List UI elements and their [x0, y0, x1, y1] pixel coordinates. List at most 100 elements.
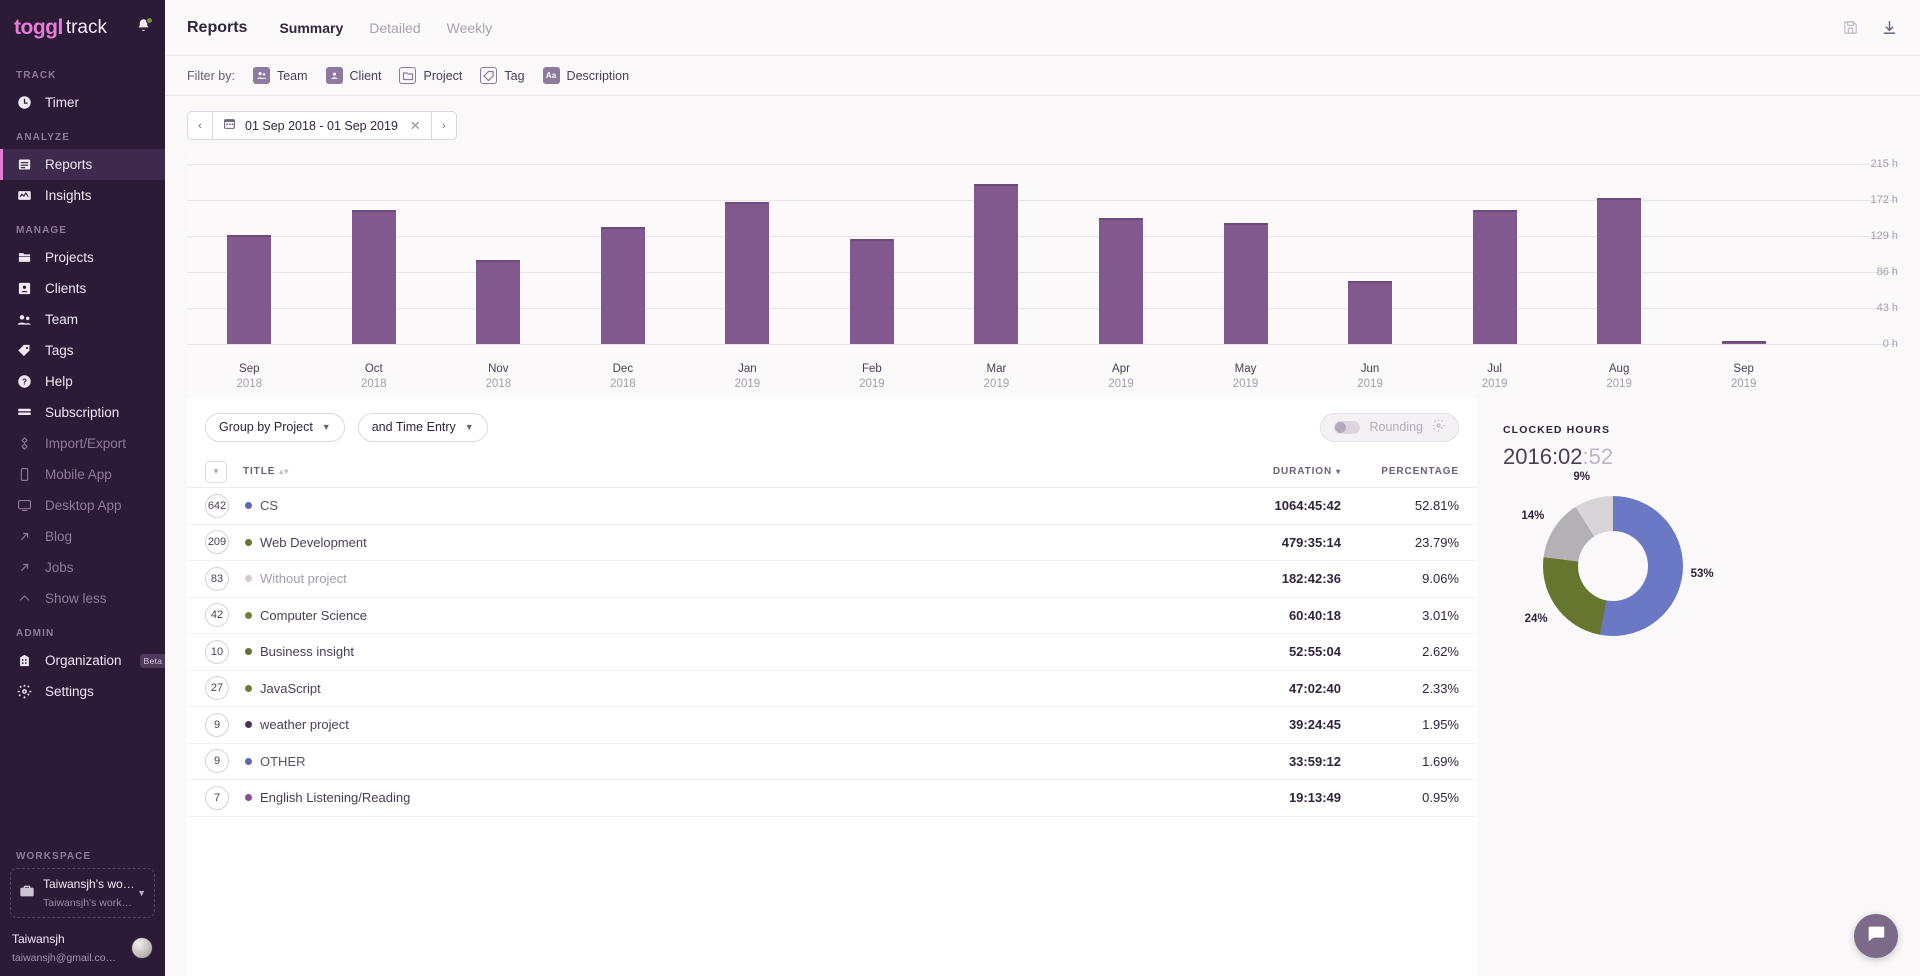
select-all-checkbox[interactable]: ▾ [205, 460, 227, 483]
workspace-switcher[interactable]: Taiwansjh's wo… Taiwansjh's work… ▼ [10, 868, 155, 918]
sidebar-item-team[interactable]: Team [0, 304, 165, 335]
workspace-section-label: WORKSPACE [16, 851, 92, 862]
filter-chip-team[interactable]: Team [252, 67, 308, 84]
chart-bar[interactable] [351, 210, 396, 344]
chart-bar[interactable] [476, 260, 521, 344]
sidebar-item-timer[interactable]: Timer [0, 87, 165, 118]
column-header-duration[interactable]: DURATION ▾ [1191, 466, 1341, 477]
sidebar: toggl track TRACK Timer ANALYZE Reports Insi… [0, 0, 165, 976]
chart-bar[interactable] [227, 235, 272, 344]
user-profile[interactable]: Taiwansjh taiwansjh@gmail.co… [0, 918, 165, 970]
date-next-button[interactable]: › [431, 111, 457, 140]
chart-bar[interactable] [1721, 341, 1766, 344]
row-title[interactable]: English Listening/Reading [245, 790, 410, 805]
table-row[interactable]: 83 Without project 182:42:36 9.06% [187, 561, 1477, 598]
row-entry-count: 9 [205, 712, 229, 737]
row-title[interactable]: Business insight [245, 644, 354, 659]
row-title[interactable]: OTHER [245, 754, 306, 769]
row-title[interactable]: Computer Science [245, 608, 367, 623]
filter-chip-label: Client [349, 68, 382, 83]
table-row[interactable]: 209 Web Development 479:35:14 23.79% [187, 525, 1477, 561]
table-body: 642 CS 1064:45:42 52.81% 209 Web Development 4… [187, 488, 1477, 817]
donut-ring[interactable] [1543, 496, 1683, 636]
sidebar-item-show-less[interactable]: Show less [0, 583, 165, 614]
group-by-select[interactable]: Group by Project ▼ [205, 412, 345, 442]
sidebar-item-import-export[interactable]: Import/Export [0, 428, 165, 459]
table-row[interactable]: 27 JavaScript 47:02:40 2.33% [187, 671, 1477, 707]
donut-slice-label: 14% [1521, 509, 1545, 522]
table-row[interactable]: 642 CS 1064:45:42 52.81% [187, 488, 1477, 525]
table-row[interactable]: 42 Computer Science 60:40:18 3.01% [187, 598, 1477, 634]
chart-bar[interactable] [725, 201, 770, 344]
avatar[interactable] [131, 937, 153, 959]
clocked-hours-value: 2016:02:52 [1503, 444, 1898, 470]
sidebar-item-mobile-app[interactable]: Mobile App [0, 459, 165, 490]
table-row[interactable]: 9 weather project 39:24:45 1.95% [187, 707, 1477, 744]
sidebar-item-clients[interactable]: Clients [0, 273, 165, 304]
chat-support-button[interactable] [1854, 914, 1898, 958]
donut-chart: 53% 24% 14% 9% [1503, 471, 1733, 688]
rounding-toggle[interactable]: Rounding [1320, 412, 1459, 442]
brand-logo[interactable]: toggl track [0, 0, 165, 56]
chart-bar-column [1681, 164, 1806, 344]
toggle-off-icon[interactable] [1334, 420, 1361, 434]
sidebar-item-jobs[interactable]: Jobs [0, 552, 165, 583]
filter-chip-project[interactable]: Project [399, 67, 462, 84]
sidebar-item-settings[interactable]: Settings [0, 676, 165, 707]
chart-bar[interactable] [974, 184, 1019, 344]
sidebar-item-tags[interactable]: Tags [0, 335, 165, 366]
row-title[interactable]: Web Development [245, 535, 367, 550]
chart-x-year: 2019 [1730, 378, 1757, 390]
chart-bar[interactable] [1223, 222, 1268, 344]
column-header-duration-label: DURATION [1272, 466, 1333, 477]
gear-icon[interactable] [1432, 419, 1445, 435]
date-range-row: ‹ 01 Sep 2018 - 01 Sep 2019 ✕ › [165, 96, 1920, 140]
table-controls: Group by Project ▼ and Time Entry ▼ Roun… [187, 398, 1477, 456]
chart-bar[interactable] [600, 226, 645, 344]
save-icon[interactable] [1842, 19, 1859, 36]
chart-bar[interactable] [1472, 210, 1517, 344]
notifications-button[interactable] [136, 17, 153, 38]
filter-chip-client[interactable]: Client [325, 67, 382, 84]
date-range-field[interactable]: 01 Sep 2018 - 01 Sep 2019 ✕ [212, 111, 432, 140]
row-title[interactable]: Without project [245, 571, 347, 586]
table-row[interactable]: 7 English Listening/Reading 19:13:49 0.95% [187, 780, 1477, 817]
sidebar-item-desktop-app[interactable]: Desktop App [0, 490, 165, 521]
close-icon[interactable]: ✕ [410, 118, 421, 134]
phone-icon [16, 467, 32, 483]
project-color-dot [245, 648, 252, 656]
chart-bar[interactable] [1597, 197, 1642, 344]
chart-x-tick: Oct 2018 [312, 363, 437, 390]
tab-summary[interactable]: Summary [279, 20, 343, 36]
filter-chip-description[interactable]: Aa Description [542, 67, 629, 84]
sidebar-item-reports[interactable]: Reports [0, 149, 165, 180]
sidebar-item-help[interactable]: ? Help [0, 366, 165, 397]
chart-bar[interactable] [1348, 281, 1393, 344]
row-title[interactable]: CS [245, 498, 278, 513]
tab-detailed[interactable]: Detailed [369, 20, 420, 36]
person-card-icon [16, 281, 32, 297]
table-row[interactable]: 9 OTHER 33:59:12 1.69% [187, 744, 1477, 780]
date-prev-button[interactable]: ‹ [187, 111, 212, 140]
top-bar-actions [1842, 19, 1898, 36]
sidebar-item-insights[interactable]: Insights [0, 180, 165, 211]
column-header-title[interactable]: TITLE ▴▾ [243, 466, 289, 477]
sidebar-item-organization[interactable]: Organization Beta [0, 645, 165, 676]
row-title[interactable]: weather project [245, 717, 349, 732]
tab-weekly[interactable]: Weekly [447, 20, 493, 36]
insights-icon [16, 188, 32, 204]
column-header-percentage[interactable]: PERCENTAGE [1341, 466, 1459, 477]
sidebar-item-projects[interactable]: Projects [0, 242, 165, 273]
subgroup-by-select[interactable]: and Time Entry ▼ [357, 412, 488, 442]
chart-bar[interactable] [1098, 218, 1143, 344]
chart-x-month: Aug [1608, 363, 1630, 375]
row-title[interactable]: JavaScript [245, 681, 321, 696]
download-icon[interactable] [1881, 19, 1898, 36]
sidebar-item-blog[interactable]: Blog [0, 521, 165, 552]
filter-chip-tag[interactable]: Tag [480, 67, 525, 84]
chart-bar-column [561, 164, 686, 344]
chart-bar[interactable] [849, 239, 894, 344]
table-row[interactable]: 10 Business insight 52:55:04 2.62% [187, 634, 1477, 671]
sidebar-item-subscription[interactable]: Subscription [0, 397, 165, 428]
sidebar-item-label: Reports [45, 157, 93, 172]
